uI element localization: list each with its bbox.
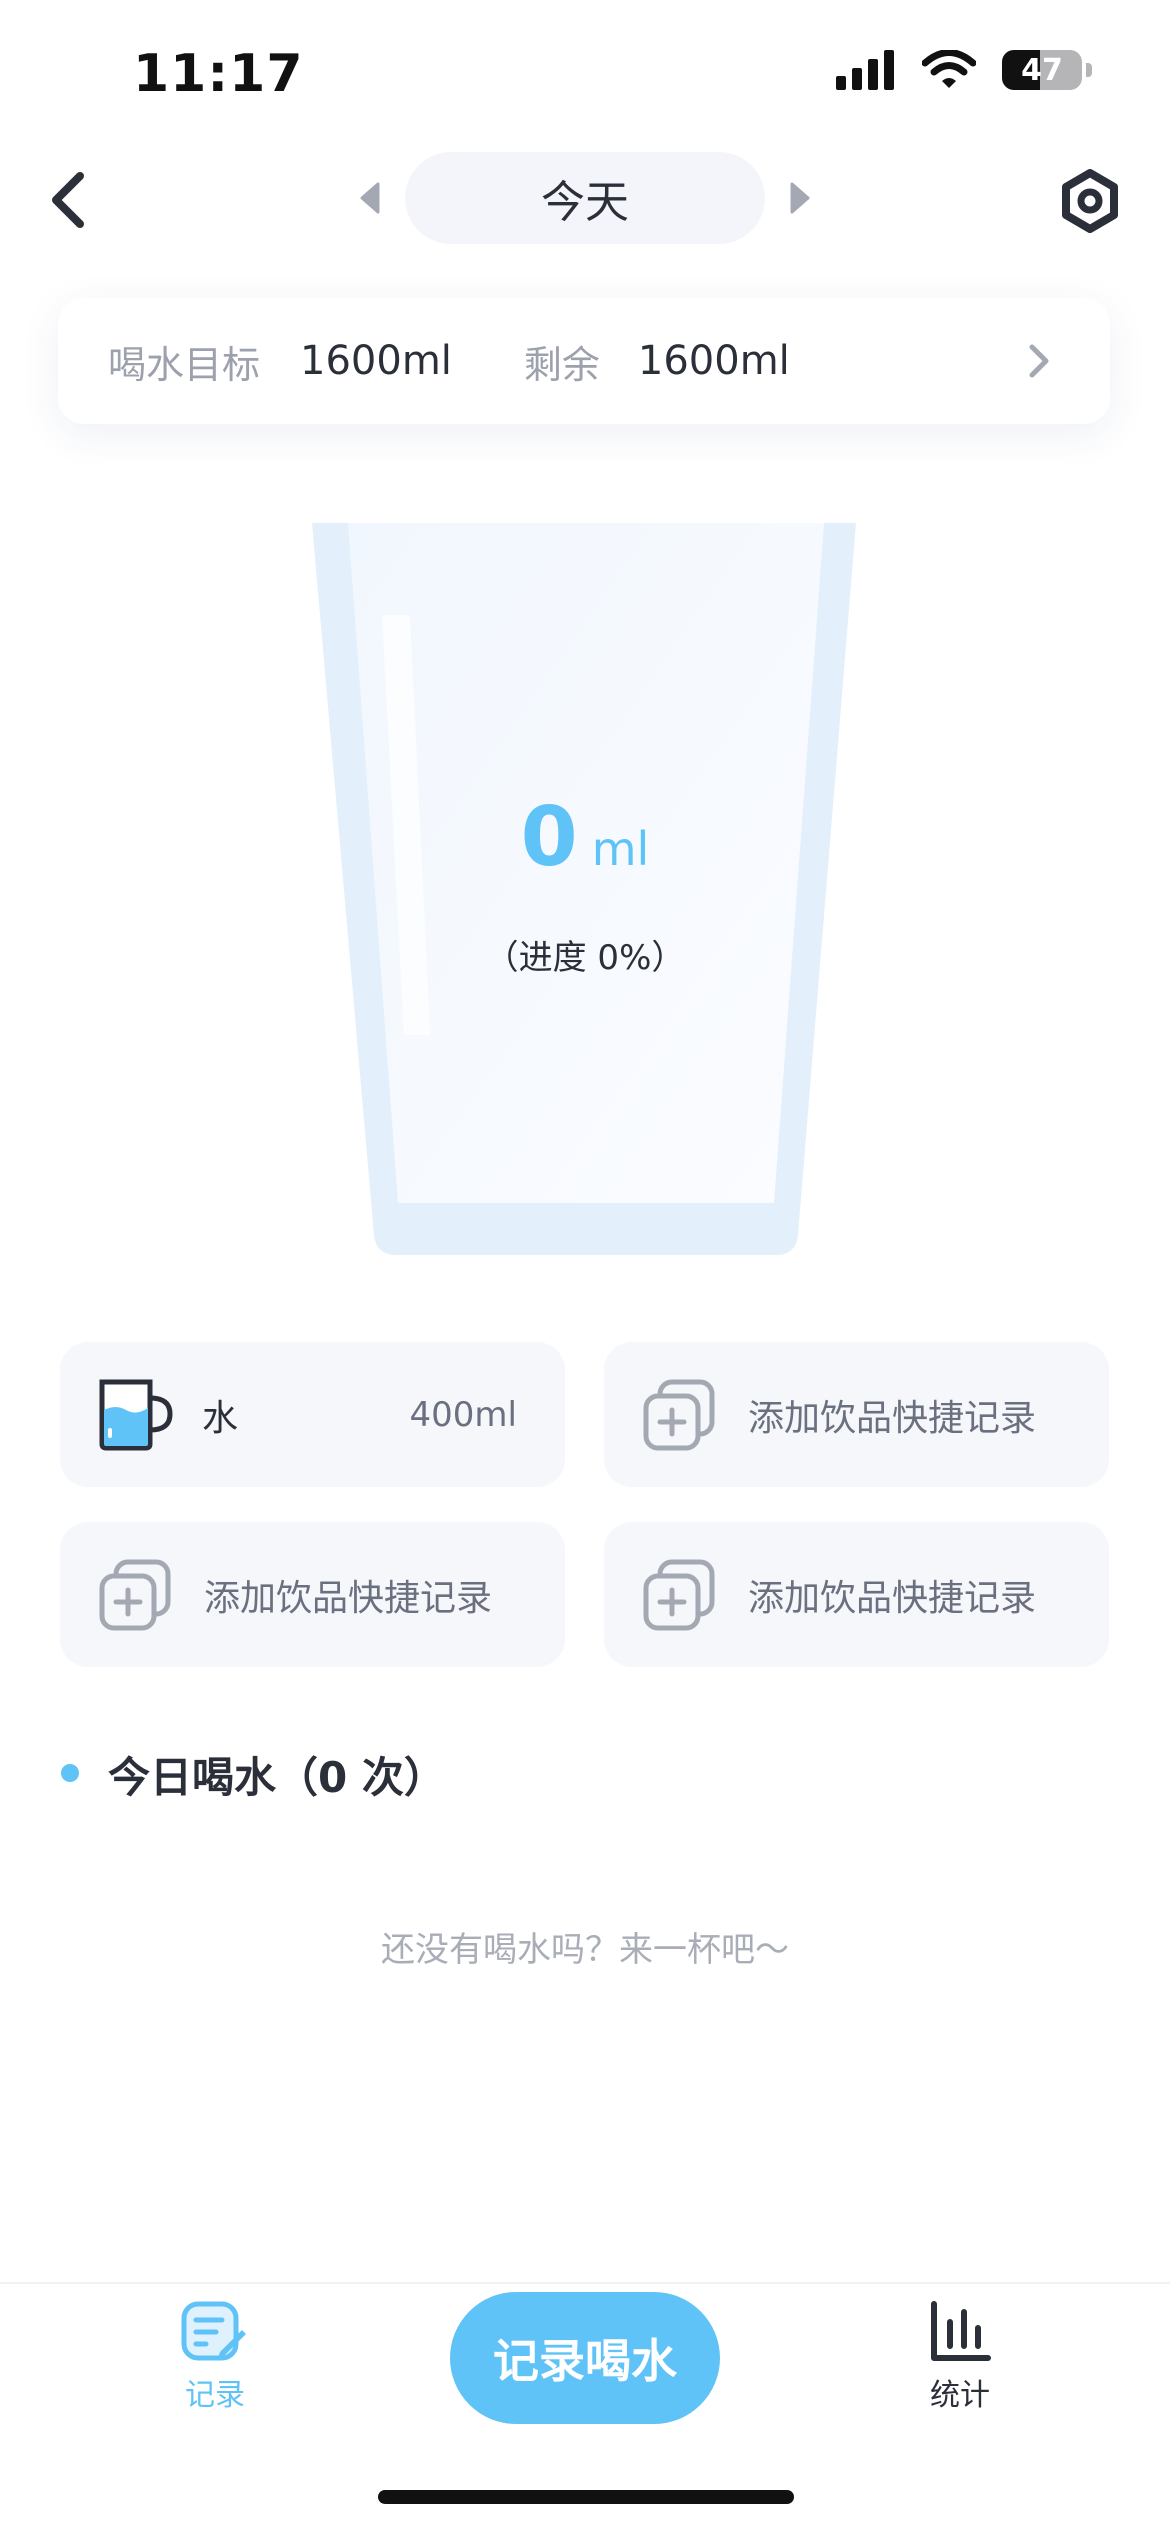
- tab-stats[interactable]: 统计: [895, 2300, 1025, 2430]
- goal-card[interactable]: 喝水目标 1600ml 剩余 1600ml: [58, 298, 1110, 424]
- hexagon-gear-icon: [1062, 169, 1118, 233]
- battery-indicator: 47: [1002, 50, 1082, 90]
- cellular-signal-icon: [836, 50, 894, 90]
- bar-chart-icon: [931, 2301, 991, 2361]
- goal-target-label: 喝水目标: [108, 342, 261, 387]
- quick-record-water[interactable]: 水 400ml: [60, 1342, 565, 1487]
- triangle-left-icon: [360, 182, 380, 214]
- add-quick-record-button[interactable]: 添加饮品快捷记录: [60, 1522, 565, 1667]
- status-icons: 47: [836, 50, 1092, 90]
- add-stack-icon: [96, 1556, 174, 1634]
- triangle-right-icon: [790, 182, 810, 214]
- add-quick-record-label: 添加饮品快捷记录: [748, 1397, 1037, 1439]
- prev-day-button[interactable]: [352, 178, 388, 218]
- intake-amount-value: 0: [520, 790, 578, 885]
- quick-record-amount: 400ml: [409, 1394, 517, 1435]
- intake-amount-unit: ml: [591, 822, 650, 876]
- next-day-button[interactable]: [782, 178, 818, 218]
- add-quick-record-label: 添加饮品快捷记录: [748, 1577, 1037, 1619]
- record-note-icon: [181, 2301, 246, 2361]
- add-stack-icon: [640, 1556, 718, 1634]
- chevron-right-icon: [1024, 336, 1054, 386]
- status-time: 11:17: [133, 44, 304, 104]
- add-quick-record-label: 添加饮品快捷记录: [204, 1577, 493, 1619]
- settings-button[interactable]: [1052, 163, 1128, 239]
- chevron-left-icon: [52, 172, 84, 228]
- empty-state-hint: 还没有喝水吗？来一杯吧～: [381, 1930, 789, 1970]
- intake-amount: 0 ml: [300, 790, 870, 885]
- section-dot: [61, 1764, 79, 1782]
- back-button[interactable]: [38, 165, 98, 235]
- add-quick-record-button[interactable]: 添加饮品快捷记录: [604, 1522, 1109, 1667]
- tab-stats-label: 统计: [930, 2378, 990, 2413]
- progress-text: （进度 0%）: [484, 938, 686, 978]
- mug-icon: [96, 1376, 174, 1454]
- tab-record-label: 记录: [185, 2378, 245, 2413]
- date-label: 今天: [541, 177, 629, 228]
- goal-remaining-label: 剩余: [523, 342, 600, 387]
- wifi-icon: [922, 50, 976, 88]
- goal-remaining-value: 1600ml: [637, 338, 790, 384]
- quick-record-name: 水: [202, 1397, 239, 1439]
- battery-level: 47: [1021, 52, 1063, 88]
- add-quick-record-button[interactable]: 添加饮品快捷记录: [604, 1342, 1109, 1487]
- add-stack-icon: [640, 1376, 718, 1454]
- tab-record[interactable]: 记录: [150, 2300, 280, 2430]
- date-selector[interactable]: 今天: [405, 152, 765, 244]
- goal-target-value: 1600ml: [300, 338, 452, 384]
- home-indicator: [378, 2490, 794, 2504]
- record-drink-button[interactable]: 记录喝水: [450, 2292, 720, 2424]
- today-section-title: 今日喝水（0 次）: [108, 1753, 446, 1802]
- water-cup-graphic: [312, 523, 856, 1255]
